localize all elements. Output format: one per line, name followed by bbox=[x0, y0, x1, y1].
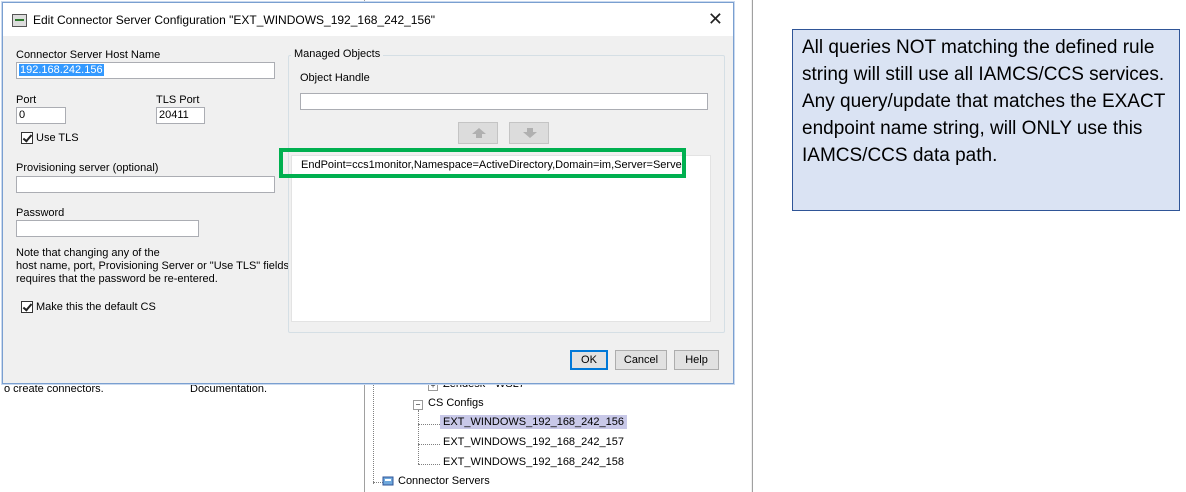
edit-connector-server-dialog: Edit Connector Server Configuration "EXT… bbox=[2, 2, 734, 384]
dialog-title: Edit Connector Server Configuration "EXT… bbox=[33, 13, 436, 27]
port-field[interactable]: 0 bbox=[16, 107, 66, 124]
create-connectors-text: o create connectors. bbox=[4, 383, 104, 395]
object-handle-field[interactable] bbox=[300, 93, 708, 110]
move-up-button[interactable] bbox=[458, 122, 498, 144]
use-tls-label: Use TLS bbox=[36, 132, 79, 144]
use-tls-checkbox[interactable] bbox=[21, 132, 33, 144]
default-cs-checkbox[interactable] bbox=[21, 301, 33, 313]
tree-item-cs-config[interactable]: EXT_WINDOWS_192_168_242_157 bbox=[440, 435, 627, 449]
documentation-link[interactable]: Documentation. bbox=[190, 383, 267, 395]
arrow-down-icon bbox=[523, 128, 537, 138]
highlight-box bbox=[279, 148, 686, 178]
password-label: Password bbox=[16, 207, 65, 219]
tree-item-cs-config[interactable]: EXT_WINDOWS_192_168_242_158 bbox=[440, 455, 627, 469]
connector-servers-icon bbox=[382, 476, 394, 486]
tree-line bbox=[418, 424, 440, 425]
app-icon bbox=[12, 14, 27, 27]
note-line: Note that changing any of the bbox=[16, 247, 160, 259]
close-icon[interactable]: ✕ bbox=[708, 9, 723, 30]
collapse-icon[interactable]: − bbox=[413, 400, 423, 410]
default-cs-label: Make this the default CS bbox=[36, 301, 156, 313]
password-field[interactable] bbox=[16, 220, 199, 237]
managed-objects-title: Managed Objects bbox=[291, 48, 384, 60]
tree-line bbox=[418, 444, 440, 445]
object-handle-label: Object Handle bbox=[300, 72, 370, 84]
tree-item-connector-servers[interactable]: Connector Servers bbox=[395, 474, 493, 488]
cancel-button[interactable]: Cancel bbox=[615, 350, 667, 370]
tree-item-cs-config[interactable]: EXT_WINDOWS_192_168_242_156 bbox=[440, 415, 627, 429]
tls-port-label: TLS Port bbox=[156, 94, 200, 106]
port-label: Port bbox=[16, 94, 37, 106]
note-line: host name, port, Provisioning Server or … bbox=[16, 260, 289, 272]
provisioning-label: Provisioning server (optional) bbox=[16, 162, 159, 174]
move-down-button[interactable] bbox=[509, 122, 549, 144]
host-name-field[interactable]: 192.168.242.156 bbox=[16, 62, 275, 79]
managed-objects-list[interactable]: EndPoint=ccs1monitor,Namespace=ActiveDir… bbox=[291, 155, 711, 322]
host-name-label: Connector Server Host Name bbox=[16, 49, 161, 61]
tree-line bbox=[418, 410, 419, 464]
host-name-value: 192.168.242.156 bbox=[19, 64, 104, 76]
tree-item-cs-configs[interactable]: CS Configs bbox=[425, 396, 487, 410]
note-line: requires that the password be re-entered… bbox=[16, 273, 218, 285]
help-button[interactable]: Help bbox=[674, 350, 719, 370]
tree-line bbox=[418, 464, 440, 465]
ok-button[interactable]: OK bbox=[570, 350, 608, 370]
arrow-up-icon bbox=[472, 128, 486, 138]
tls-port-field[interactable]: 20411 bbox=[156, 107, 205, 124]
annotation-callout: All queries NOT matching the defined rul… bbox=[792, 29, 1180, 211]
provisioning-field[interactable] bbox=[16, 176, 275, 193]
tree-line bbox=[373, 382, 374, 484]
dialog-titlebar[interactable]: Edit Connector Server Configuration "EXT… bbox=[3, 3, 733, 36]
